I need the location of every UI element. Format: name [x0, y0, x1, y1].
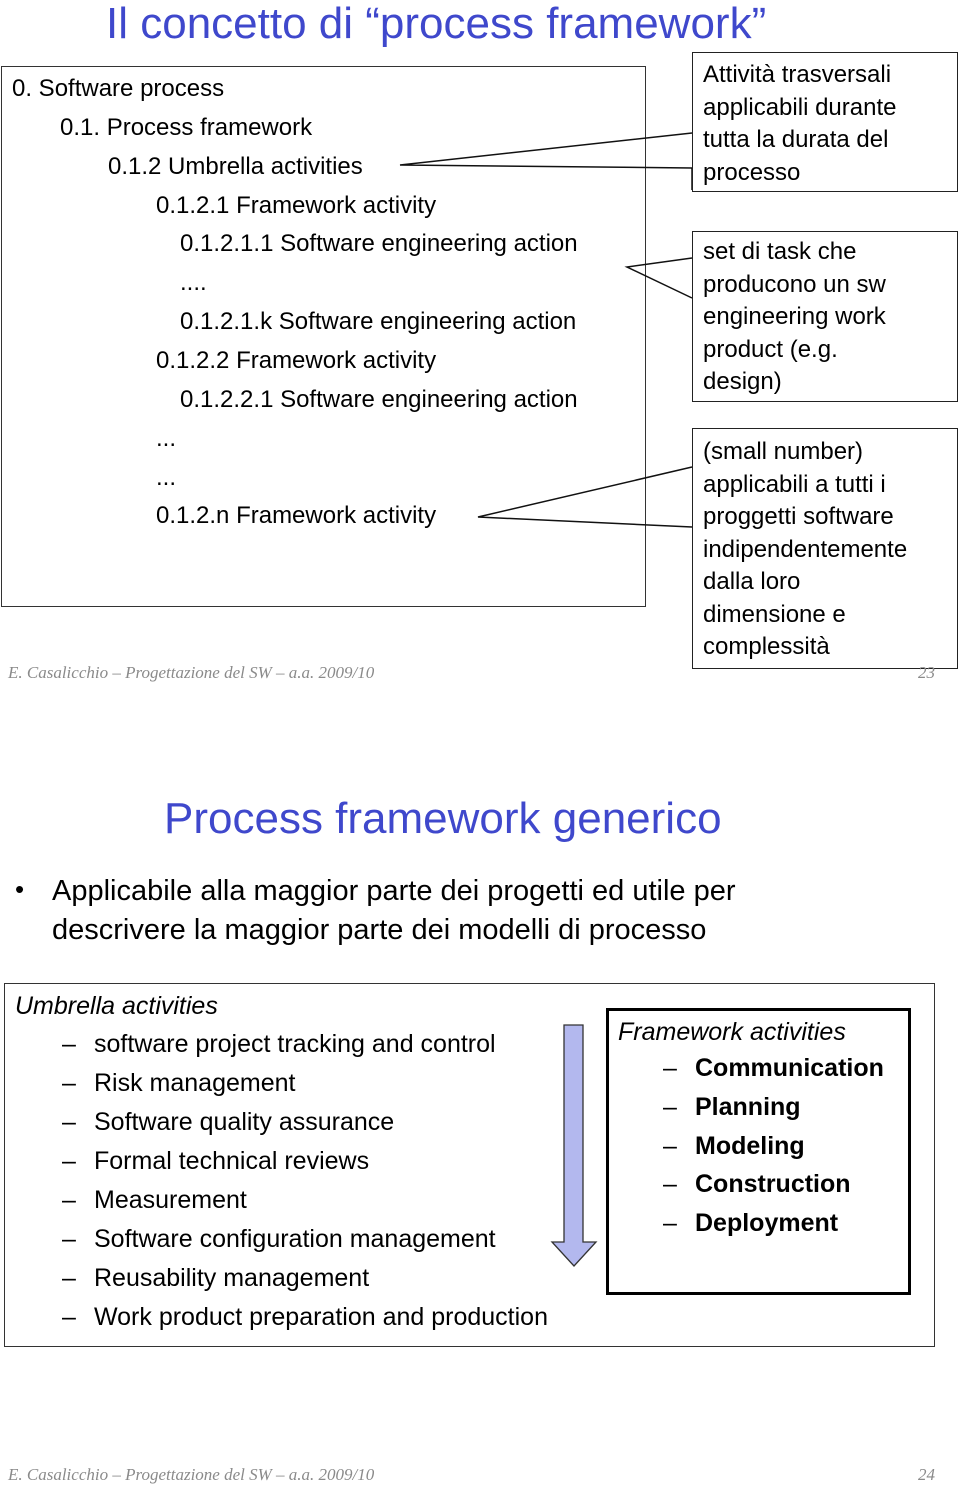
- umbrella-item: – Measurement: [62, 1188, 247, 1213]
- umbrella-item: – Software quality assurance: [62, 1110, 394, 1135]
- umbrella-item: – Risk management: [62, 1071, 295, 1096]
- dash-icon: –: [62, 1225, 76, 1253]
- framework-item-label: Construction: [695, 1170, 851, 1198]
- framework-item-label: Deployment: [695, 1209, 839, 1237]
- tree-item: 0. Software process: [12, 75, 225, 102]
- slide1-page-number: 23: [918, 663, 935, 682]
- umbrella-item-label: Software configuration management: [94, 1225, 496, 1253]
- callout-line: set di task che: [703, 238, 857, 265]
- umbrella-item-label: Measurement: [94, 1186, 247, 1214]
- callout-line: tutta la durata del: [703, 126, 889, 153]
- callout-line: product (e.g.: [703, 335, 838, 363]
- umbrella-heading: Umbrella activities: [15, 992, 218, 1020]
- tree-item: 0.1. Process framework: [60, 114, 313, 141]
- framework-item: – Deployment: [663, 1211, 838, 1236]
- callout-line: dalla loro: [703, 568, 801, 595]
- tree-item: 0.1.2 Umbrella activities: [108, 153, 363, 180]
- slide1-footer: E. Casalicchio – Progettazione del SW – …: [8, 663, 375, 682]
- callout-framework: (small number) applicabili a tutti i pro…: [692, 428, 958, 669]
- tree-item: ...: [156, 464, 177, 491]
- bullet-icon: •: [15, 874, 25, 904]
- dash-icon: –: [62, 1147, 76, 1175]
- bullet-line: Applicabile alla maggior parte dei proge…: [52, 875, 736, 907]
- callout-action: set di task che producono un sw engineer…: [692, 231, 958, 402]
- dash-icon: –: [62, 1264, 76, 1292]
- dash-icon: –: [62, 1108, 76, 1136]
- dash-icon: –: [663, 1170, 677, 1198]
- dash-icon: –: [663, 1132, 677, 1160]
- umbrella-item-label: Work product preparation and production: [94, 1303, 548, 1331]
- framework-item: – Modeling: [663, 1134, 805, 1159]
- tree-item: 0.1.2.2.1 Software engineering action: [180, 386, 578, 413]
- framework-item: – Planning: [663, 1095, 801, 1120]
- umbrella-item-label: Risk management: [94, 1069, 296, 1097]
- callout-line: design): [703, 368, 782, 395]
- tree-item: 0.1.2.2 Framework activity: [156, 347, 437, 374]
- dash-icon: –: [663, 1093, 677, 1121]
- callout-line: applicabili a tutti i: [703, 470, 886, 498]
- callout-line: applicabili durante: [703, 93, 897, 121]
- umbrella-item-label: Formal technical reviews: [94, 1147, 370, 1175]
- tree-item: 0.1.2.1 Framework activity: [156, 192, 437, 219]
- framework-heading: Framework activities: [618, 1018, 846, 1046]
- framework-item-label: Planning: [695, 1093, 801, 1121]
- tree-item: 0.1.2.1.1 Software engineering action: [180, 230, 578, 257]
- umbrella-item: – software project tracking and control: [62, 1032, 496, 1057]
- dash-icon: –: [663, 1209, 677, 1237]
- callout-line: engineering work: [703, 303, 886, 330]
- umbrella-item-label: Software quality assurance: [94, 1108, 395, 1136]
- callout-line: processo: [703, 158, 801, 186]
- dash-icon: –: [62, 1030, 76, 1058]
- callout-line: (small number): [703, 438, 864, 465]
- umbrella-item-label: software project tracking and control: [94, 1030, 496, 1058]
- callout-line: proggetti software: [703, 503, 894, 530]
- tree-item: 0.1.2.n Framework activity: [156, 502, 437, 529]
- dash-icon: –: [663, 1054, 677, 1082]
- umbrella-item-label: Reusability management: [94, 1264, 370, 1292]
- dash-icon: –: [62, 1303, 76, 1331]
- slide1-title: Il concetto di “process framework”: [106, 0, 767, 48]
- slide2-title: Process framework generico: [164, 794, 722, 843]
- umbrella-item: – Reusability management: [62, 1266, 369, 1291]
- dash-icon: –: [62, 1069, 76, 1097]
- umbrella-item: – Formal technical reviews: [62, 1149, 369, 1174]
- umbrella-item: – Software configuration management: [62, 1227, 496, 1252]
- slide2-footer: E. Casalicchio – Progettazione del SW – …: [8, 1465, 375, 1484]
- callout-line: dimensione e: [703, 600, 846, 628]
- bullet-text: Applicabile alla maggior parte dei proge…: [52, 872, 736, 950]
- framework-item: – Construction: [663, 1172, 851, 1197]
- framework-item-label: Communication: [695, 1054, 884, 1082]
- tree-item: 0.1.2.1.k Software engineering action: [180, 308, 577, 335]
- callout-umbrella: Attività trasversali applicabili durante…: [692, 52, 958, 192]
- callout-line: complessità: [703, 633, 830, 660]
- bullet-line: descrivere la maggior parte dei modelli …: [52, 914, 707, 946]
- callout-line: producono un sw: [703, 270, 886, 298]
- tree-item: ....: [180, 269, 207, 296]
- dash-icon: –: [62, 1186, 76, 1214]
- tree-item: ...: [156, 425, 177, 452]
- callout-line: indipendentemente: [703, 535, 908, 563]
- umbrella-item: – Work product preparation and production: [62, 1305, 548, 1330]
- framework-item-label: Modeling: [695, 1132, 805, 1160]
- framework-item: – Communication: [663, 1056, 884, 1081]
- slide2-page-number: 24: [918, 1465, 935, 1484]
- callout-line: Attività trasversali: [703, 61, 892, 88]
